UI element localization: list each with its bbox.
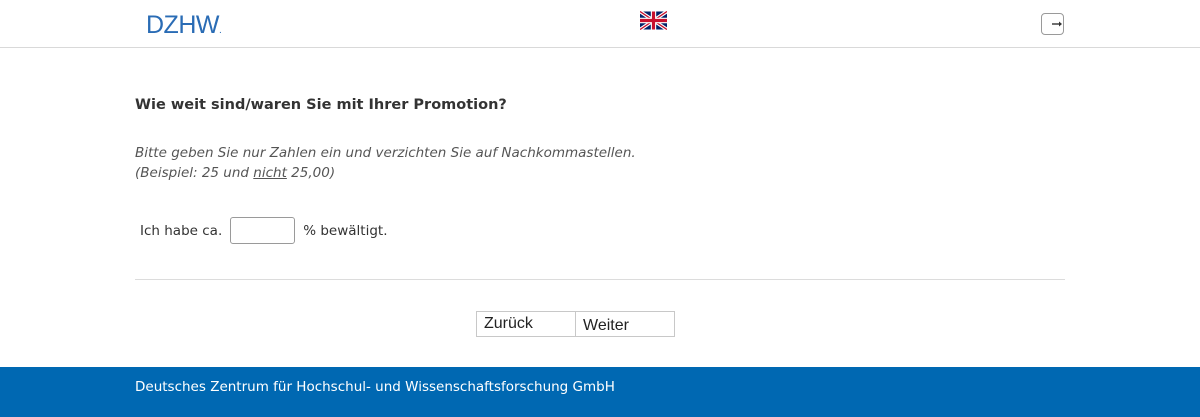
next-button[interactable]: Weiter <box>576 312 674 336</box>
hint-line-2: (Beispiel: 25 und nicht 25,00) <box>135 163 636 183</box>
back-button[interactable]: Zurück <box>477 312 576 336</box>
percent-input[interactable] <box>230 217 296 244</box>
answer-prefix-label: Ich habe ca. <box>140 222 223 239</box>
question-text: Wie weit sind/waren Sie mit Ihrer Promot… <box>135 97 507 113</box>
logout-button[interactable] <box>1041 13 1064 35</box>
navigation-buttons: Zurück Weiter <box>476 311 675 337</box>
logo-text: DZHW <box>146 11 219 39</box>
uk-flag-icon[interactable] <box>640 11 667 30</box>
hint-suffix: 25,00) <box>286 165 336 181</box>
divider <box>135 279 1065 280</box>
hint-prefix: (Beispiel: 25 und <box>135 165 254 181</box>
answer-suffix-label: % bewältigt. <box>303 222 388 239</box>
footer-text: Deutsches Zentrum für Hochschul- und Wis… <box>135 379 615 395</box>
header: DZHW. <box>0 0 1200 48</box>
footer: Deutsches Zentrum für Hochschul- und Wis… <box>0 367 1200 417</box>
logout-icon <box>1052 21 1062 27</box>
dzhw-logo[interactable]: DZHW. <box>146 11 222 45</box>
logo-dot: . <box>218 25 222 36</box>
instruction-hint: Bitte geben Sie nur Zahlen ein und verzi… <box>135 143 636 183</box>
answer-row: Ich habe ca. % bewältigt. <box>140 217 388 244</box>
hint-line-1: Bitte geben Sie nur Zahlen ein und verzi… <box>135 145 636 161</box>
hint-emphasis: nicht <box>253 165 287 181</box>
